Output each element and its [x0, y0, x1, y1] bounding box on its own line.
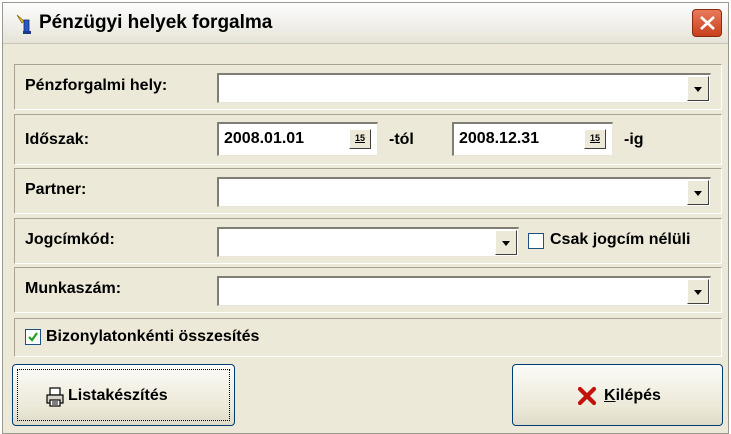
- printer-icon: [46, 387, 64, 407]
- csak-jogcim-label: Csak jogcím nélüli: [550, 231, 691, 248]
- date-from-input[interactable]: 2008.01.01 15: [217, 122, 378, 156]
- csak-jogcim-checkbox[interactable]: [528, 233, 544, 249]
- kilepes-label-rest: ilépés: [615, 387, 661, 404]
- penzforgalmi-hely-label: Pénzforgalmi hely:: [25, 77, 168, 94]
- partner-combo[interactable]: [217, 177, 711, 207]
- date-to-suffix: -ig: [624, 131, 644, 148]
- calendar-to-button[interactable]: 15: [584, 129, 606, 149]
- munkaszam-dropdown-button[interactable]: [687, 279, 709, 304]
- kilepes-accelerator: K: [604, 387, 616, 404]
- row-munkaszam: Munkaszám:: [14, 267, 722, 313]
- bizonylatonkenti-label: Bizonylatonkénti összesítés: [46, 328, 260, 345]
- partner-label: Partner:: [25, 181, 87, 198]
- close-icon: [700, 16, 715, 30]
- checkmark-icon: [28, 332, 38, 342]
- app-icon: [16, 14, 31, 34]
- listakeszites-label: Listakészítés: [68, 387, 168, 404]
- partner-dropdown-button[interactable]: [687, 180, 709, 205]
- date-to-input[interactable]: 2008.12.31 15: [452, 122, 613, 156]
- jogcimkod-dropdown-button[interactable]: [495, 230, 517, 255]
- window-title: Pénzügyi helyek forgalma: [39, 12, 273, 33]
- row-partner: Partner:: [14, 168, 722, 214]
- row-idoszak: Időszak: 2008.01.01 15 -tól 2008.12.31 1…: [14, 114, 722, 165]
- jogcimkod-combo[interactable]: [217, 227, 519, 257]
- munkaszam-combo[interactable]: [217, 276, 711, 306]
- listakeszites-button[interactable]: Listakészítés: [12, 364, 235, 426]
- kilepes-button[interactable]: Kilépés: [512, 364, 723, 426]
- date-from-suffix: -tól: [389, 131, 414, 148]
- idoszak-label: Időszak:: [25, 131, 90, 148]
- row-penzforgalmi-hely: Pénzforgalmi hely:: [14, 64, 722, 110]
- date-to-value: 2008.12.31: [459, 130, 540, 147]
- row-jogcimkod: Jogcímkód: Csak jogcím nélüli: [14, 218, 722, 264]
- penzforgalmi-hely-dropdown-button[interactable]: [687, 76, 709, 101]
- penzforgalmi-hely-combo[interactable]: [217, 73, 711, 103]
- close-button[interactable]: [692, 9, 722, 37]
- jogcimkod-label: Jogcímkód:: [25, 231, 115, 248]
- date-from-value: 2008.01.01: [224, 130, 305, 147]
- row-bizonylatonkenti: Bizonylatonkénti összesítés: [14, 318, 722, 357]
- calendar-from-button[interactable]: 15: [349, 129, 371, 149]
- dialog-window: Pénzügyi helyek forgalma Pénzforgalmi he…: [2, 2, 729, 434]
- munkaszam-label: Munkaszám:: [25, 280, 122, 297]
- title-bar[interactable]: Pénzügyi helyek forgalma: [3, 3, 728, 44]
- bizonylatonkenti-checkbox[interactable]: [25, 329, 41, 345]
- red-x-icon: [577, 386, 597, 406]
- kilepes-label: Kilépés: [604, 387, 661, 405]
